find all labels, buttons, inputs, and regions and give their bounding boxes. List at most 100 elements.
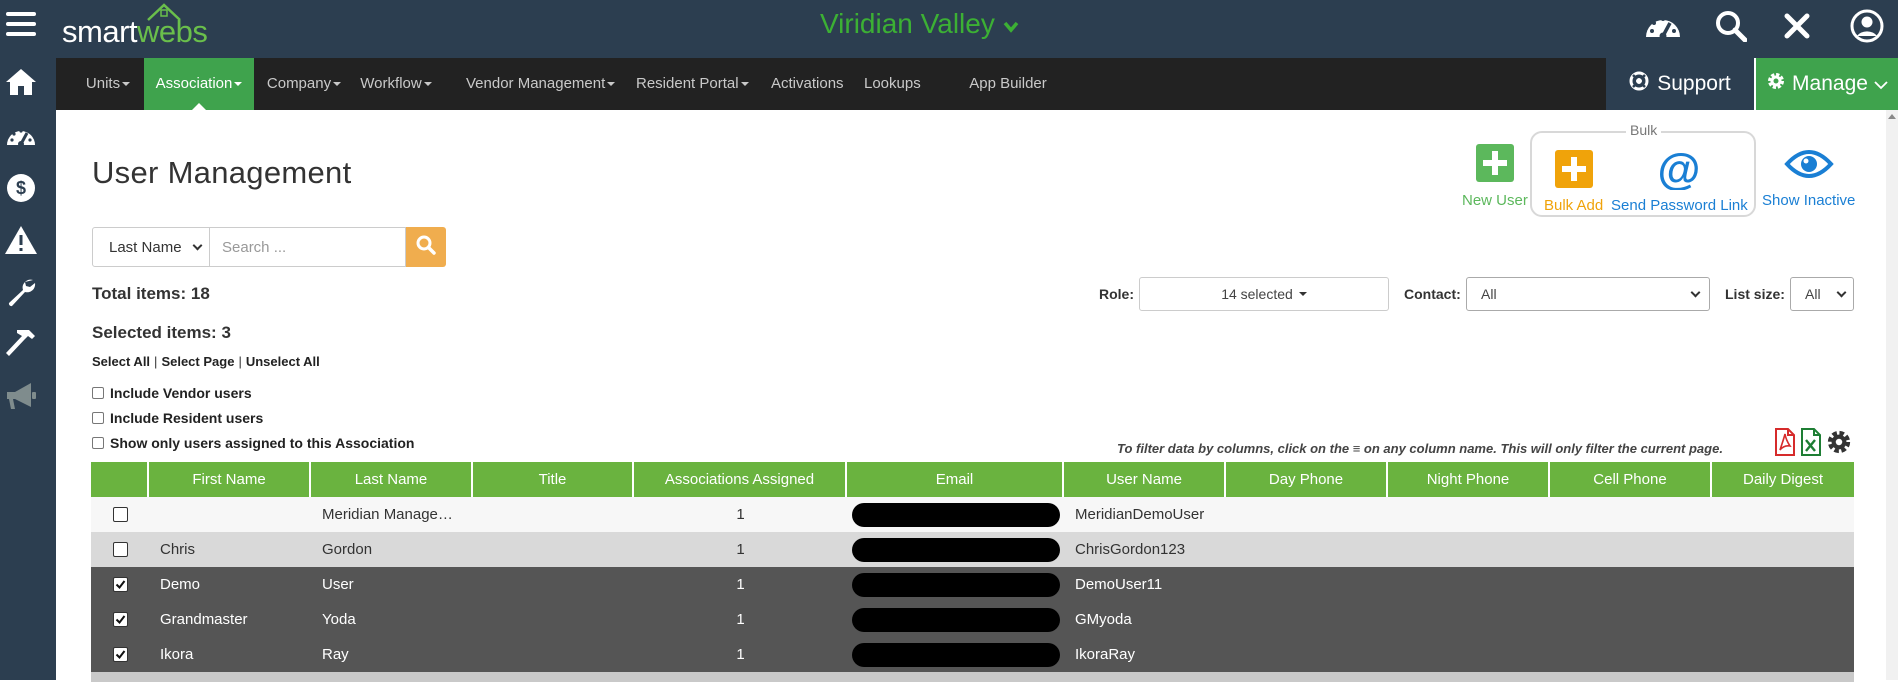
assigned-only-checkbox[interactable] (92, 437, 104, 449)
column-header-first-name[interactable]: First Name (149, 462, 311, 497)
table-row[interactable]: Grandmaster Yoda 1 GMyoda (91, 602, 1854, 637)
column-header-last-name[interactable]: Last Name (311, 462, 473, 497)
dashboard-icon[interactable] (1640, 6, 1686, 46)
life-ring-icon (1629, 71, 1649, 97)
include-vendor-label: Include Vendor users (110, 385, 252, 401)
nav-workflow[interactable]: Workflow (360, 58, 432, 110)
nav-resident-portal[interactable]: Resident Portal (636, 58, 749, 110)
include-resident-label: Include Resident users (110, 410, 264, 426)
excel-export-icon[interactable] (1798, 426, 1824, 458)
column-header-associations-assigned[interactable]: Associations Assigned (634, 462, 847, 497)
table-row[interactable]: Chris Gordon 1 ChrisGordon123 (91, 532, 1854, 567)
email-cell (847, 637, 1064, 672)
nav-app-builder-label: App Builder (969, 75, 1047, 92)
manage-button[interactable]: Manage (1756, 58, 1898, 110)
row-checkbox[interactable] (112, 507, 128, 522)
table-row[interactable]: Meridian Manage… 1 MeridianDemoUser (91, 497, 1854, 532)
new-user-button[interactable]: New User (1462, 144, 1528, 209)
nav-company[interactable]: Company (266, 58, 342, 110)
chevron-down-icon (1003, 8, 1019, 40)
megaphone-icon[interactable] (0, 376, 42, 416)
chevron-down-icon (1874, 72, 1888, 96)
list-size-select[interactable]: All (1790, 277, 1854, 311)
support-label: Support (1657, 72, 1731, 95)
table-row[interactable]: Demo User 1 DemoUser11 (91, 567, 1854, 602)
role-multiselect[interactable]: 14 selected (1139, 277, 1389, 311)
app-logo[interactable]: smartwebs (62, 14, 208, 50)
user-icon[interactable] (1844, 6, 1890, 46)
send-password-link-button[interactable]: @ Send Password Link (1611, 145, 1748, 214)
nav-lookups[interactable]: Lookups (864, 58, 921, 110)
dashboard-icon[interactable] (0, 116, 42, 156)
associations-assigned-cell: 1 (736, 576, 745, 593)
include-vendor-option[interactable]: Include Vendor users (92, 385, 252, 401)
warning-icon[interactable] (0, 220, 42, 260)
redacted-email (851, 502, 1060, 527)
nav-association[interactable]: Association (144, 58, 254, 110)
nav-vendor-management[interactable]: Vendor Management (466, 58, 616, 110)
close-icon[interactable] (1774, 6, 1820, 46)
users-table: First Name Last Name Title Associations … (91, 462, 1854, 682)
row-select-cell (91, 532, 149, 567)
last-name-cell: Gordon (322, 541, 373, 558)
gear-icon[interactable] (1826, 426, 1852, 458)
new-user-label: New User (1462, 192, 1528, 209)
select-page-link[interactable]: Select Page (161, 354, 234, 369)
show-inactive-button[interactable]: Show Inactive (1762, 146, 1855, 209)
unselect-all-link[interactable]: Unselect All (246, 354, 320, 369)
support-button[interactable]: Support (1606, 58, 1754, 110)
nav-app-builder[interactable]: App Builder (952, 58, 1064, 110)
row-checkbox[interactable] (112, 647, 128, 662)
scroll-up-icon[interactable] (1888, 114, 1896, 119)
column-header-cell-phone[interactable]: Cell Phone (1550, 462, 1712, 497)
first-name-cell: Ikora (160, 646, 194, 663)
nav-units[interactable]: Units (78, 58, 138, 110)
email-cell (847, 602, 1064, 637)
include-vendor-checkbox[interactable] (92, 387, 104, 399)
assigned-only-option[interactable]: Show only users assigned to this Associa… (92, 435, 414, 451)
checkmark-icon (115, 580, 125, 590)
search-icon[interactable] (1708, 6, 1754, 46)
column-header-day-phone[interactable]: Day Phone (1226, 462, 1388, 497)
column-header-night-phone[interactable]: Night Phone (1388, 462, 1550, 497)
search-input[interactable] (210, 227, 406, 267)
column-header-email[interactable]: Email (847, 462, 1064, 497)
redacted-email (851, 537, 1060, 562)
day-phone-cell (1226, 637, 1388, 672)
email-cell (847, 567, 1064, 602)
table-row[interactable]: Ikora Ray 1 IkoraRay (91, 637, 1854, 672)
column-header-user-name[interactable]: User Name (1064, 462, 1226, 497)
dollar-icon[interactable]: $ (0, 168, 42, 208)
wrench-icon[interactable] (0, 272, 42, 312)
home-icon[interactable] (0, 62, 42, 102)
contact-label: Contact: (1404, 286, 1461, 302)
row-checkbox[interactable] (112, 542, 128, 557)
plus-square-icon (1554, 150, 1593, 192)
row-checkbox[interactable] (112, 612, 128, 627)
include-resident-checkbox[interactable] (92, 412, 104, 424)
daily-digest-cell (1712, 497, 1854, 532)
show-inactive-label: Show Inactive (1762, 192, 1856, 209)
hammer-icon[interactable] (0, 323, 42, 363)
select-all-link[interactable]: Select All (92, 354, 150, 369)
nav-activations[interactable]: Activations (771, 58, 844, 110)
contact-select[interactable]: All (1466, 277, 1710, 311)
user-name-cell: MeridianDemoUser (1075, 506, 1205, 523)
column-header-select[interactable] (91, 462, 149, 497)
nav-units-label: Units (85, 75, 121, 92)
search-field-select[interactable]: Last Name (92, 227, 210, 267)
day-phone-cell (1226, 532, 1388, 567)
page-scrollbar[interactable] (1886, 110, 1898, 680)
row-checkbox[interactable] (112, 577, 128, 592)
include-resident-option[interactable]: Include Resident users (92, 410, 263, 426)
last-name-cell: Meridian Manage… (322, 506, 453, 523)
column-header-daily-digest[interactable]: Daily Digest (1712, 462, 1854, 497)
bulk-add-button[interactable]: Bulk Add (1544, 150, 1603, 214)
menu-icon[interactable] (0, 4, 42, 44)
pdf-export-icon[interactable] (1772, 426, 1798, 458)
daily-digest-cell (1712, 637, 1854, 672)
association-selector[interactable]: Viridian Valley (820, 8, 1019, 40)
cell-phone-cell (1550, 567, 1712, 602)
search-button[interactable] (406, 227, 446, 267)
column-header-title[interactable]: Title (473, 462, 634, 497)
